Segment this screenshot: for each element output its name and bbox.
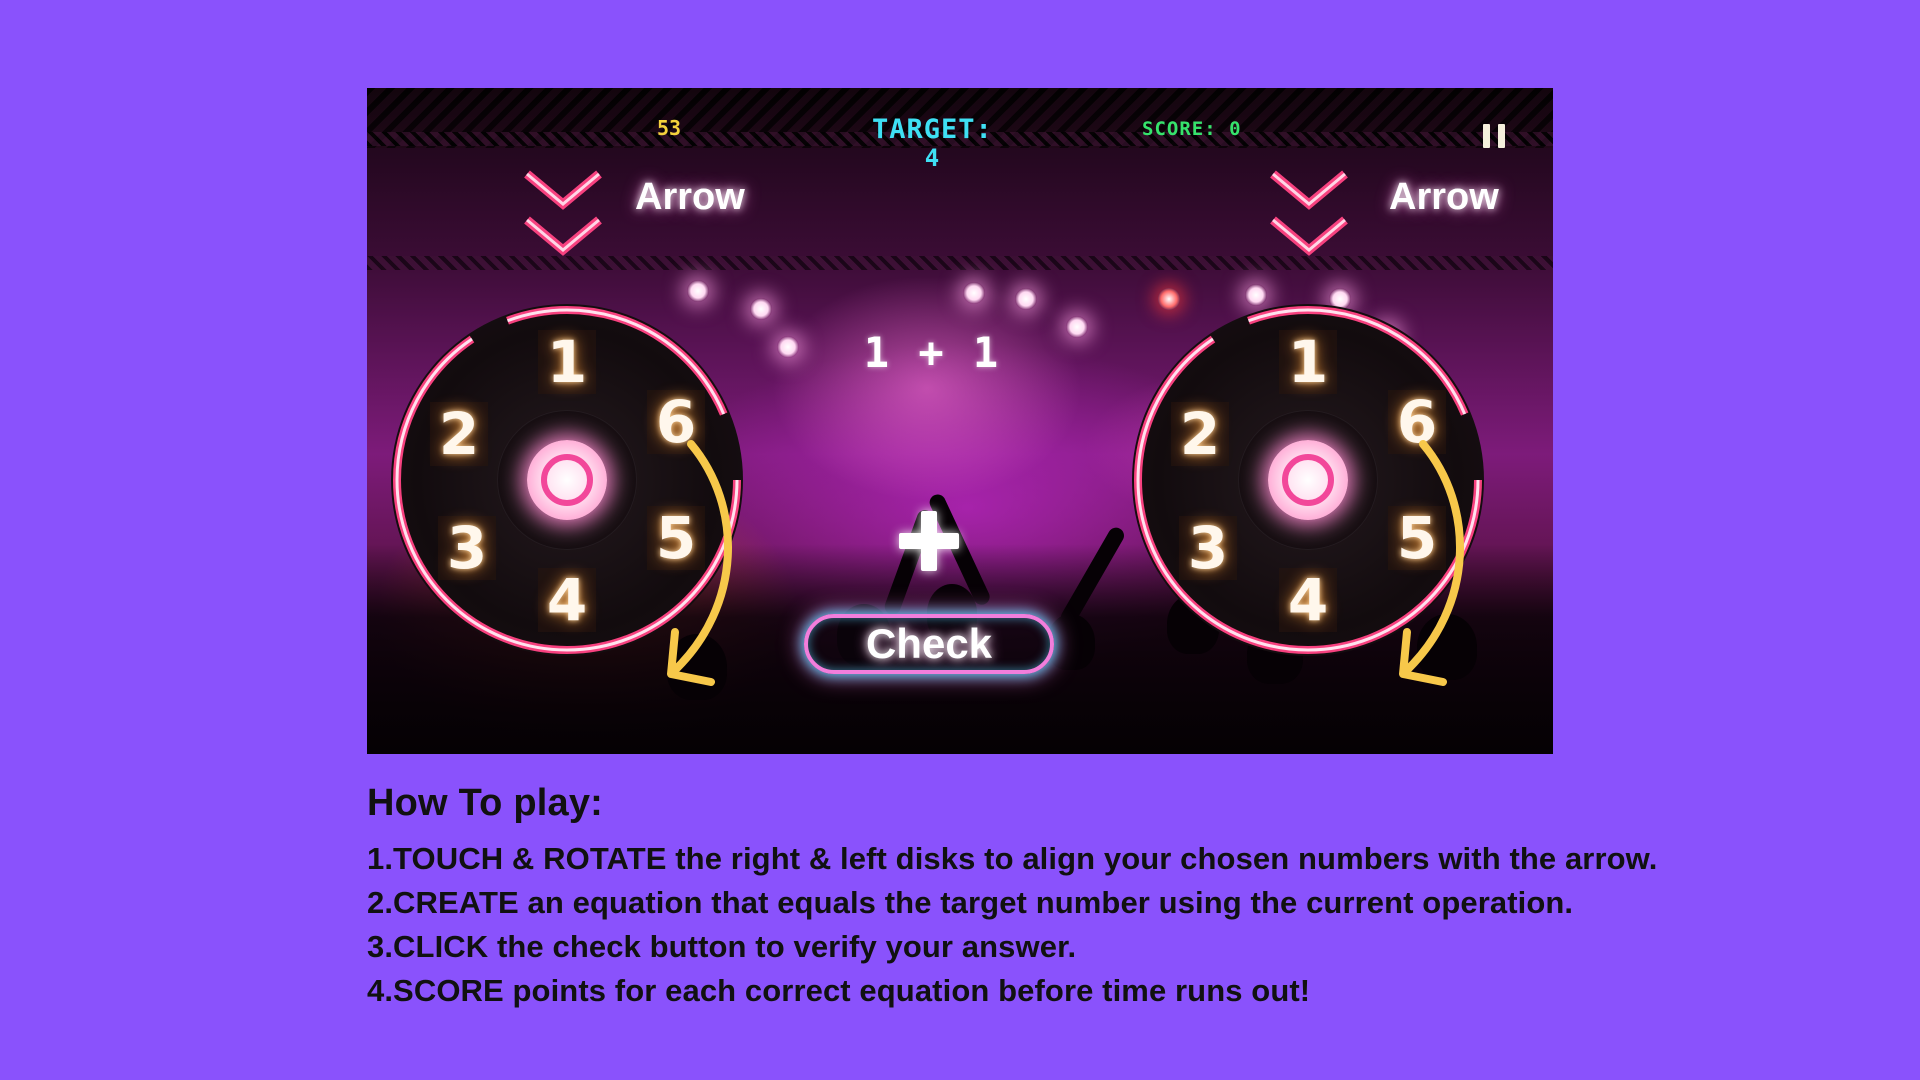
stage-light — [1245, 284, 1267, 306]
timer: 53 — [657, 116, 682, 140]
how-to-play: How To play: 1.TOUCH & ROTATE the right … — [367, 782, 1657, 1013]
game-screen: 53 TARGET: 4 SCORE: 0 Arrow Arrow 1 6 5 … — [367, 88, 1553, 754]
target-label: TARGET: — [872, 114, 993, 145]
stage-light — [963, 282, 985, 304]
stage-light — [1066, 316, 1088, 338]
curved-arrow-icon — [667, 440, 732, 686]
disk-number: 2 — [430, 400, 488, 468]
arrow-label-left: Arrow — [635, 176, 745, 218]
check-button[interactable]: Check — [804, 614, 1054, 674]
how-to-step: 4.SCORE points for each correct equation… — [367, 973, 1311, 1008]
disk-number: 1 — [538, 328, 596, 396]
check-button-label: Check — [865, 620, 993, 667]
arrow-label-right: Arrow — [1389, 176, 1499, 218]
stage-light — [687, 280, 709, 302]
disk-center-icon — [1268, 440, 1348, 520]
target-value: 4 — [924, 144, 940, 172]
disk-number: 4 — [538, 566, 596, 634]
score: SCORE: 0 — [1142, 118, 1242, 140]
disk-number: 1 — [1279, 328, 1337, 396]
stage-light — [777, 336, 799, 358]
curved-arrow-icon — [1399, 440, 1464, 686]
how-to-play-title: How To play: — [367, 782, 604, 824]
double-chevron-down-icon — [524, 170, 602, 256]
pause-icon[interactable] — [1483, 124, 1505, 148]
how-to-step: 1.TOUCH & ROTATE the right & left disks … — [367, 841, 1658, 876]
stage-light — [750, 298, 772, 320]
disk-number: 3 — [438, 514, 496, 582]
how-to-step: 2.CREATE an equation that equals the tar… — [367, 885, 1574, 920]
disk-center-icon — [527, 440, 607, 520]
stage-light — [1015, 288, 1037, 310]
disk-number: 3 — [1179, 514, 1237, 582]
disk-number: 4 — [1279, 566, 1337, 634]
equation-display: 1 + 1 — [863, 328, 1001, 377]
disk-number: 2 — [1171, 400, 1229, 468]
plus-icon — [899, 511, 959, 571]
double-chevron-down-icon — [1270, 170, 1348, 256]
how-to-step: 3.CLICK the check button to verify your … — [367, 929, 1077, 964]
